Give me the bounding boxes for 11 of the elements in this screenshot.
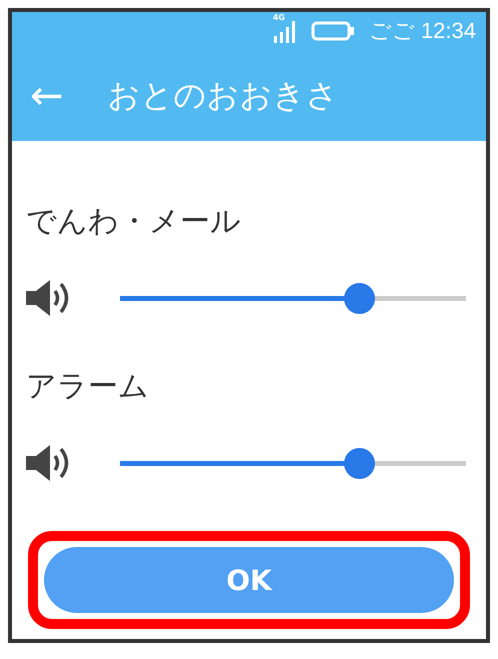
slider-handle[interactable] [344,282,375,314]
ok-button[interactable]: OK [44,547,454,613]
slider-handle[interactable] [344,448,375,478]
back-button[interactable]: ← [26,72,68,119]
screen-title: おとのおおきさ [108,74,339,116]
clock-text: ごご 12:34 [368,17,476,46]
battery-icon [310,21,355,42]
volume-label: アラーム [26,368,150,406]
volume-label: でんわ・メール [26,203,242,241]
network-label: 4G [272,13,285,22]
signal-icon [272,19,297,44]
